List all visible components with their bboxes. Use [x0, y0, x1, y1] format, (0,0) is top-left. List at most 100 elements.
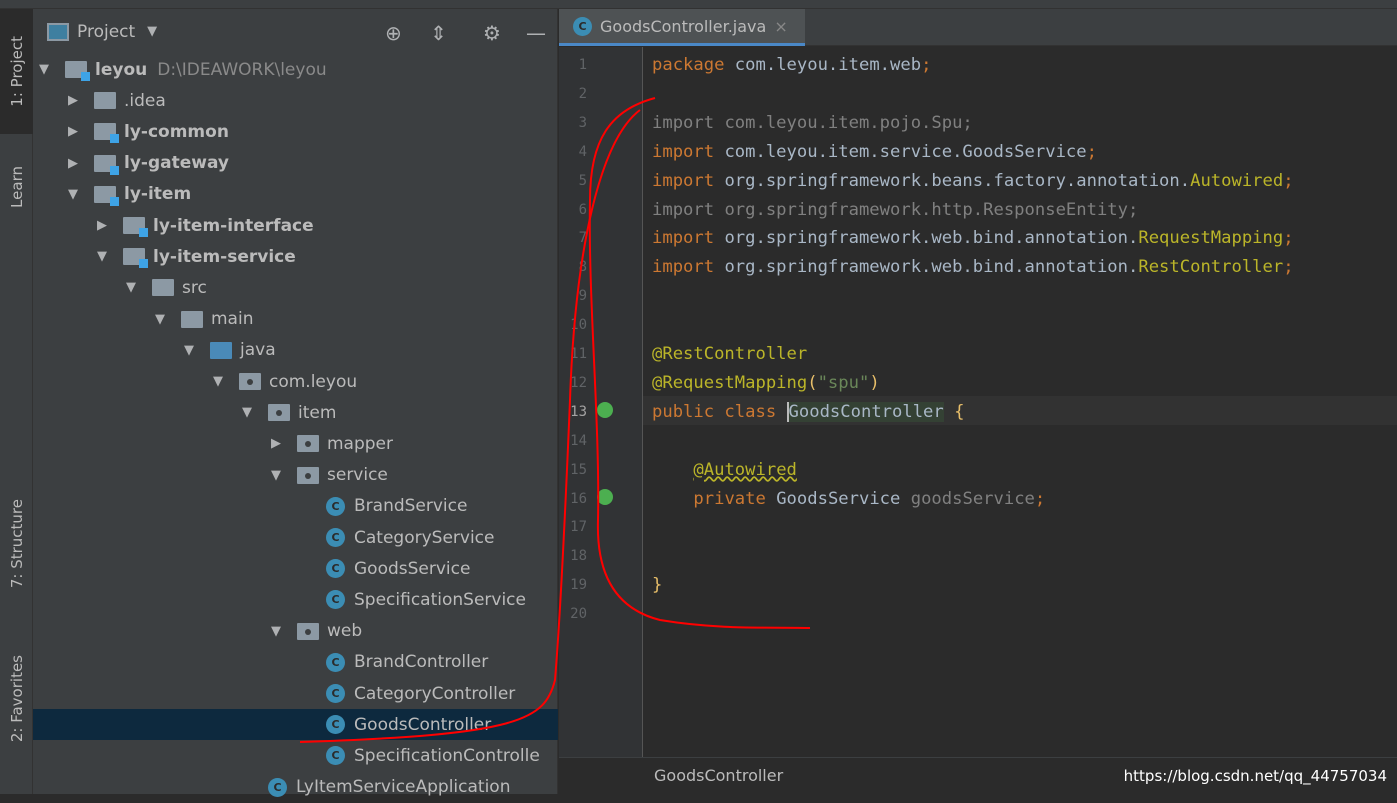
spring-bean-icon[interactable] [597, 402, 613, 418]
chevron-down-icon[interactable]: ▼ [147, 24, 157, 39]
collapsed-arrow-icon[interactable]: ▶ [269, 436, 283, 451]
editor-tabs: C GoodsController.java × [559, 9, 1397, 46]
tree-item[interactable]: ▼ item [33, 397, 558, 428]
tree-item-label: ly-item-service [153, 246, 296, 267]
package-icon [268, 404, 290, 422]
tree-item[interactable]: C CategoryController [33, 678, 558, 709]
breadcrumb[interactable]: GoodsController [654, 766, 783, 785]
code-line: package com.leyou.item.web; [652, 51, 931, 80]
code-token: ( [807, 372, 818, 393]
tab-project[interactable]: 1: Project [0, 9, 33, 134]
minimize-icon[interactable]: — [526, 21, 546, 45]
gear-icon[interactable]: ⚙ [483, 21, 501, 45]
tree-item-label: SpecificationControlle [354, 745, 540, 766]
expanded-arrow-icon[interactable]: ▼ [269, 624, 283, 639]
tree-item-label: SpecificationService [354, 589, 526, 610]
module-folder-icon [94, 185, 119, 206]
tree-item[interactable]: ▼ leyou D:\IDEAWORK\leyou [33, 54, 558, 85]
expanded-arrow-icon[interactable]: ▼ [37, 62, 51, 77]
tree-item-label: BrandController [354, 652, 489, 673]
code-token: org.springframework.http.ResponseEntity; [724, 199, 1139, 220]
code-line: @RestController [652, 340, 807, 369]
tab-label: GoodsController.java [600, 16, 767, 36]
tab-favorites[interactable]: 2: Favorites [0, 634, 33, 764]
tree-item[interactable]: ▶ ly-item-interface [33, 210, 558, 241]
collapsed-arrow-icon[interactable]: ▶ [66, 124, 80, 139]
line-number: 15 [570, 461, 587, 478]
code-token: ; [921, 55, 932, 75]
tree-item-label: GoodsController [354, 714, 492, 735]
tree-item[interactable]: ▼ main [33, 304, 558, 335]
tree-item[interactable]: C BrandController [33, 647, 558, 678]
tree-item[interactable]: C GoodsService [33, 553, 558, 584]
folder-icon [210, 341, 232, 359]
tree-item[interactable]: ▶ .idea [33, 85, 558, 116]
code-token: public class [652, 401, 787, 422]
collapsed-arrow-icon[interactable]: ▶ [66, 93, 80, 108]
folder-icon [94, 92, 116, 110]
tree-item[interactable]: ▼ web [33, 616, 558, 647]
code-line: import org.springframework.web.bind.anno… [652, 224, 1294, 253]
tree-item-label: web [327, 621, 363, 642]
spring-autowired-icon[interactable] [597, 489, 613, 505]
expanded-arrow-icon[interactable]: ▼ [182, 343, 196, 358]
tree-item[interactable]: C GoodsController [33, 709, 558, 741]
expanded-arrow-icon[interactable]: ▼ [153, 312, 167, 327]
tree-item[interactable]: ▼ service [33, 460, 558, 491]
tree-item[interactable]: C LyItemServiceApplication [33, 772, 558, 803]
locate-icon[interactable]: ⊕ [385, 21, 402, 45]
tab-learn[interactable]: Learn [0, 144, 33, 229]
expanded-arrow-icon[interactable]: ▼ [269, 468, 283, 483]
tree-item[interactable]: C SpecificationControlle [33, 740, 558, 771]
expanded-arrow-icon[interactable]: ▼ [211, 374, 225, 389]
module-folder-icon [94, 154, 119, 175]
collapse-all-icon[interactable]: ⇕ [430, 21, 447, 45]
code-line: private GoodsService goodsService; [652, 485, 1045, 514]
expanded-arrow-icon[interactable]: ▼ [240, 405, 254, 420]
tab-structure[interactable]: 7: Structure [0, 479, 33, 609]
line-number: 11 [570, 346, 587, 362]
editor-breadcrumb-bar: GoodsController https://blog.csdn.net/qq… [559, 757, 1397, 794]
code-token: private [693, 488, 777, 509]
code-token: { [943, 401, 965, 422]
line-number: 4 [578, 143, 587, 160]
collapsed-arrow-icon[interactable]: ▶ [66, 156, 80, 171]
code-line: } [652, 571, 662, 600]
tree-item[interactable]: ▶ ly-gateway [33, 148, 558, 179]
tree-item[interactable]: C CategoryService [33, 522, 558, 553]
expanded-arrow-icon[interactable]: ▼ [95, 249, 109, 264]
tree-item-label: GoodsService [354, 558, 471, 579]
code-token: import [652, 199, 725, 220]
expanded-arrow-icon[interactable]: ▼ [124, 280, 138, 295]
tree-item-label: ly-item-interface [153, 215, 314, 236]
tree-item[interactable]: ▼ ly-item [33, 179, 558, 210]
module-folder-icon [65, 61, 90, 81]
code-token: RestController [1138, 257, 1284, 278]
tree-item-label: BrandService [354, 496, 468, 517]
tree-item[interactable]: ▶ mapper [33, 428, 558, 459]
tab-goodscontroller-java[interactable]: C GoodsController.java × [559, 9, 805, 46]
tree-item[interactable]: ▼ ly-item-service [33, 241, 558, 272]
tree-item[interactable]: ▼ com.leyou [33, 366, 558, 397]
line-number: 9 [578, 288, 587, 305]
code-token: GoodsController [786, 401, 944, 422]
class-icon: C [326, 684, 345, 703]
tree-item[interactable]: C BrandService [33, 491, 558, 522]
collapsed-arrow-icon[interactable]: ▶ [95, 218, 109, 233]
line-number: 1 [578, 57, 587, 73]
close-icon[interactable]: × [774, 17, 787, 36]
tree-item-label: CategoryController [354, 683, 516, 704]
tree-item-label: src [182, 277, 207, 298]
tree-item[interactable]: ▶ ly-common [33, 116, 558, 147]
expanded-arrow-icon[interactable]: ▼ [66, 187, 80, 202]
tree-item[interactable]: ▼ src [33, 272, 558, 303]
tree-item-label: com.leyou [269, 371, 358, 392]
module-folder-icon [94, 123, 119, 144]
project-view-selector[interactable]: Project [77, 22, 135, 42]
code-token: import [652, 170, 725, 191]
package-icon [297, 622, 319, 640]
window-top-strip [0, 0, 1397, 9]
tree-item[interactable]: ▼ java [33, 335, 558, 366]
code-token: ; [1034, 488, 1046, 509]
tree-item[interactable]: C SpecificationService [33, 584, 558, 615]
